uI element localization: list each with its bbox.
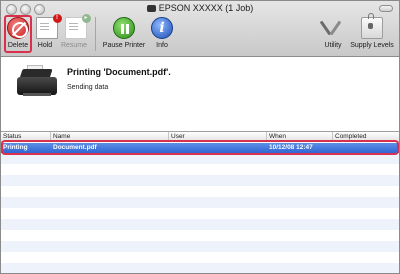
job-list-table: Status Name User When Completed Printing… xyxy=(1,131,399,273)
current-job-status: Sending data xyxy=(67,84,109,91)
pause-icon xyxy=(113,17,135,39)
resume-badge-icon: ▸ xyxy=(81,14,91,23)
pause-printer-button[interactable]: Pause Printer xyxy=(101,15,147,55)
hold-document-icon: ! xyxy=(35,14,62,39)
supply-levels-button[interactable]: Supply Levels xyxy=(349,13,395,55)
utility-label: Utility xyxy=(324,42,342,49)
current-job-title: Printing 'Document.pdf'. xyxy=(67,67,171,77)
toolbar-separator xyxy=(95,17,96,51)
window-title-wrap: EPSON XXXXX (1 Job) xyxy=(1,3,399,13)
hold-label: Hold xyxy=(37,42,53,49)
window-title: EPSON XXXXX (1 Job) xyxy=(158,3,254,13)
utility-button[interactable]: Utility xyxy=(321,15,345,55)
info-button[interactable]: i Info xyxy=(151,15,173,55)
supply-bag-icon xyxy=(361,13,383,39)
delete-highlight-outline xyxy=(4,15,32,53)
toolbar-toggle-button[interactable] xyxy=(379,5,393,12)
supply-levels-label: Supply Levels xyxy=(350,42,394,49)
info-label: Info xyxy=(156,42,168,49)
wrench-screwdriver-icon xyxy=(322,17,344,39)
pause-printer-label: Pause Printer xyxy=(102,42,146,49)
row-highlight-outline xyxy=(1,140,399,155)
title-bar: EPSON XXXXX (1 Job) Delete ! Hold ▸ Resu… xyxy=(1,1,399,57)
resume-button[interactable]: ▸ Resume xyxy=(59,14,91,55)
info-icon: i xyxy=(151,17,173,39)
resume-document-icon: ▸ xyxy=(64,14,91,39)
hold-button[interactable]: ! Hold xyxy=(33,14,62,55)
printer-image xyxy=(17,65,57,99)
printer-status-area: Printing 'Document.pdf'. Sending data xyxy=(1,57,399,131)
job-list-rows: Printing Document.pdf 10/12/08 12:47 xyxy=(1,142,399,273)
printer-icon xyxy=(146,5,156,12)
resume-label: Resume xyxy=(60,42,88,49)
print-queue-window: EPSON XXXXX (1 Job) Delete ! Hold ▸ Resu… xyxy=(0,0,400,274)
